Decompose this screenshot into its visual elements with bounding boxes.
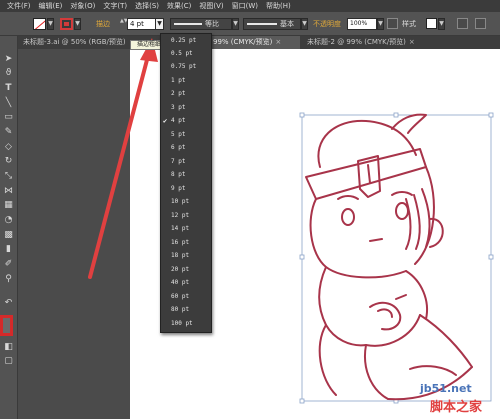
stroke-option[interactable]: 9 pt: [161, 183, 211, 195]
checkmark-icon: ✔: [163, 117, 168, 125]
stroke-option[interactable]: 14 pt: [161, 223, 211, 235]
stroke-option[interactable]: 7 pt: [161, 156, 211, 168]
stroke-option-selected[interactable]: ✔ 4 pt: [161, 115, 211, 127]
stroke-option[interactable]: 6 pt: [161, 142, 211, 154]
stroke-option[interactable]: 2 pt: [161, 88, 211, 100]
stroke-option[interactable]: 10 pt: [161, 196, 211, 208]
stroke-option[interactable]: 100 pt: [161, 318, 211, 330]
stroke-option[interactable]: 5 pt: [161, 129, 211, 141]
stroke-option[interactable]: 18 pt: [161, 250, 211, 262]
watermark-name: 脚本之家: [430, 400, 483, 415]
annotation-arrow: [88, 38, 158, 279]
stroke-option[interactable]: 40 pt: [161, 277, 211, 289]
watermark-site: jb51.net: [420, 382, 472, 395]
stroke-option[interactable]: 16 pt: [161, 237, 211, 249]
stroke-option[interactable]: 1 pt: [161, 75, 211, 87]
stroke-option[interactable]: 3 pt: [161, 102, 211, 114]
illustrator-window: 文件(F) 编辑(E) 对象(O) 文字(T) 选择(S) 效果(C) 视图(V…: [0, 0, 500, 419]
stroke-option[interactable]: 60 pt: [161, 291, 211, 303]
stroke-option[interactable]: 20 pt: [161, 264, 211, 276]
stroke-option[interactable]: 0.5 pt: [161, 48, 211, 60]
stroke-option[interactable]: 80 pt: [161, 304, 211, 316]
stroke-option[interactable]: 12 pt: [161, 210, 211, 222]
stroke-weight-dropdown: 0.25 pt 0.5 pt 0.75 pt 1 pt 2 pt 3 pt ✔ 4…: [160, 33, 212, 333]
stroke-option[interactable]: 0.25 pt: [161, 35, 211, 47]
stroke-option[interactable]: 0.75 pt: [161, 61, 211, 73]
stroke-option[interactable]: 8 pt: [161, 169, 211, 181]
